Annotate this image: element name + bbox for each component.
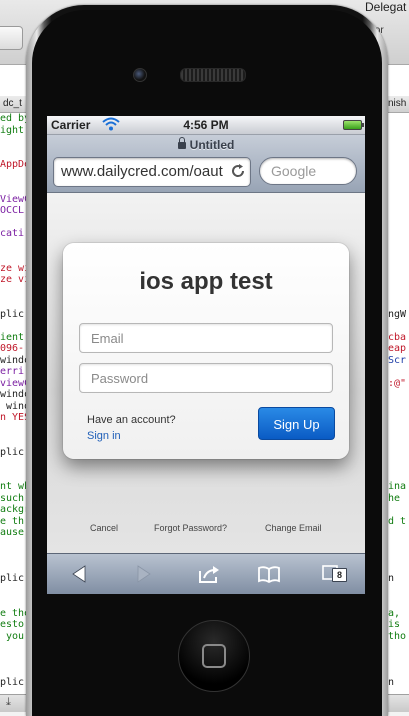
code-line: eap [388,343,407,354]
code-line: ngW [388,308,407,320]
code-line: is [388,619,401,630]
ide-code-right: ngW cba eap Scr :@" ina he d t n a, is tho n … [388,113,409,711]
share-icon[interactable] [197,563,221,585]
code-line: a, [388,607,401,619]
email-field[interactable]: Email [79,323,333,353]
sign-up-button[interactable]: Sign Up [258,407,335,440]
code-line: he [388,492,401,504]
iphone-screen: Carrier 4:56 PM Untitled www.dailycred.c… [47,116,365,594]
safari-bottom-bar: 8 [47,553,365,594]
clock: 4:56 PM [183,118,229,132]
code-line: n [388,573,395,584]
url-text: www.dailycred.com/oaut [61,163,223,180]
status-bar: Carrier 4:56 PM [47,116,365,135]
search-field[interactable]: Google [259,157,357,185]
password-field[interactable]: Password [79,363,333,393]
have-account-label: Have an account? [87,414,176,426]
download-icon[interactable]: ⤓ [6,696,11,709]
web-content: ios app test Email Password Have an acco… [47,193,365,553]
code-line: cba [388,331,407,343]
login-card: ios app test Email Password Have an acco… [63,243,349,459]
code-line: Scr [388,354,407,366]
reload-icon[interactable] [230,163,246,179]
sign-in-link[interactable]: Sign in [87,430,121,442]
page-title: Untitled [47,137,365,152]
change-email-link[interactable]: Change Email [265,523,322,533]
code-line: :@" [388,377,407,389]
ide-toolbar-button[interactable] [0,26,23,50]
code-line: ina [388,481,407,492]
home-square-icon [202,644,226,668]
tabs-count-badge: 8 [332,568,347,582]
code-line: tho [388,630,407,642]
address-bar[interactable]: www.dailycred.com/oaut [53,157,251,187]
safari-toolbar: Untitled www.dailycred.com/oaut Google [47,135,365,193]
code-line: d t [388,515,407,527]
home-button[interactable] [178,620,250,692]
ide-tab-right[interactable]: nish [388,98,406,109]
ide-title-fragment: Delegat [365,0,407,14]
forgot-password-link[interactable]: Forgot Password? [154,523,227,533]
battery-icon [343,120,364,130]
back-arrow-icon[interactable] [68,563,92,585]
bookmarks-icon[interactable] [257,563,281,585]
page-title-text: Untitled [189,138,235,152]
forward-arrow-icon[interactable] [131,563,155,585]
earpiece-speaker [180,68,246,82]
card-title: ios app test [139,268,273,295]
code-line: n [388,676,395,688]
lock-icon [177,137,186,149]
front-camera [133,68,147,82]
cancel-link[interactable]: Cancel [90,523,118,533]
ide-tab-left[interactable]: dc_t [3,98,22,109]
